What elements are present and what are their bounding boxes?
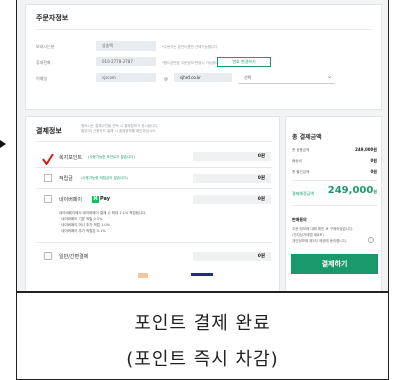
final-amount: 249,000원 [328,185,377,196]
agree-title: 판매동의 [292,217,307,222]
agree-line-2: 개인정보제 제3자 제공에 동의합니다. [292,239,347,243]
change-phone-button[interactable]: 번호 변경하기 [217,57,271,67]
welfare-checkbox[interactable] [42,150,54,166]
summary-row-value: 0원 [370,158,377,163]
samsung-logo-icon [191,273,213,276]
phone-label: 휴대전화 [36,60,51,65]
naverpay-note-1: · 네이버페이 기본 적립 0.1% [59,217,103,221]
email-domain-select[interactable]: 선택 ⌄ [238,73,335,84]
naverpay-amount-field[interactable]: 0원 [193,195,271,204]
info-circle-icon[interactable] [368,237,374,243]
email-select-label: 선택 [244,75,252,80]
naver-n-icon: N [92,195,99,203]
naverpay-label: 네이버페이 [59,197,83,203]
frame: 주문자정보 보내시는분 상송택 *주문자는 본인이름만 선택가능합니다. 휴대전… [0,0,401,380]
payment-title: 결제정보 [36,127,62,135]
simplepay-amount-field[interactable]: 0원 [193,252,271,261]
divider [36,29,372,30]
naverpay-checkbox[interactable] [44,195,52,203]
summary-panel: 총 결제금액 총 상품금액 249,000원 배송비 0원 총 할인금액 0원 … [285,116,382,291]
caption-line-1: 포인트 결제 완료 [134,313,271,334]
caption-line-2: (포인트 즉시 차감) [126,349,279,370]
card-logo-icon [138,273,148,278]
summary-row-label: 배송비 [292,159,302,163]
naverpay-note-2: · 네이버페이 머니 추가 적립 1.0% [59,223,110,227]
pay-button[interactable]: 결제하기 [291,254,378,274]
divider [36,188,272,189]
naverpay-note-0: 네이버페이에서 네이버페이 결제 시 최대 1.1% 적립됩니다. [59,211,147,215]
phone-input[interactable]: 010-2778-3787 [96,57,156,66]
email-at: @ [164,76,168,81]
name-label: 보내시는분 [36,44,55,49]
caption-box: 포인트 결제 완료 (포인트 즉시 차감) [16,291,389,380]
naverpay-logo: N Pay [92,195,110,203]
divider [36,141,272,142]
email-label: 이메일 [36,76,48,81]
payment-panel: 결제정보 원하시는 결제수단을 선택 시 결제정보가 표시됩니다. 할부/여 신… [25,116,280,291]
divider [292,205,377,206]
divider [36,242,272,243]
screenshot-area: 주문자정보 보내시는분 상송택 *주문자는 본인이름만 선택가능합니다. 휴대전… [16,0,389,291]
naver-pay-text: Pay [100,196,111,202]
simplepay-label: 일반/간편결제 [59,254,89,260]
summary-title: 총 결제금액 [292,134,322,141]
chevron-down-icon: ⌄ [326,73,332,80]
divider [292,180,377,181]
reserve-amount-field[interactable]: 0원 [193,174,271,183]
divider [36,167,272,168]
agree-line-0: 주문 정보에 대해 확인 후 구매하겠습니다. [292,227,354,231]
orderer-panel: 주문자정보 보내시는분 상송택 *주문자는 본인이름만 선택가능합니다. 휴대전… [25,4,382,110]
reserve-checkbox[interactable] [44,174,52,182]
final-amount-unit: 원 [373,189,377,194]
welfare-amount-field[interactable]: 0원 [193,152,271,161]
agree-line-1: (전자상거래법 제8조) [292,233,324,237]
phone-note: *핸드폰번호 주문정보 변경시 가능합니다. [162,61,223,65]
orderer-title: 주문자정보 [36,14,69,22]
name-input[interactable]: 상송택 [96,41,156,51]
pointer-arrow-icon [0,140,6,148]
checkmark-icon [42,153,54,166]
summary-row-value: 249,000원 [355,147,377,152]
summary-row-label: 총 할인금액 [292,170,310,174]
final-amount-value: 249,000 [327,185,374,196]
payment-note-2: 할부/여 신용카드 결제 시 결제정보를 확인하십시오. [81,129,157,133]
naverpay-note-3: · 네이버페이 추가 적립은 0.1% [59,229,106,233]
simplepay-checkbox[interactable] [44,252,52,260]
final-amount-label: 결제예정금액 [292,191,315,196]
email-id-input[interactable]: sjscom [96,73,156,82]
welfare-note: (사용가능한 포인트가 없습니다) [88,155,135,159]
summary-row-value: 0원 [370,169,377,174]
simplepay-logos [66,273,266,283]
name-note: *주문자는 본인이름만 선택가능합니다. [162,45,219,49]
welfare-label: 복지포인트 [59,155,83,161]
reserve-label: 적립금 [59,176,73,182]
email-domain-input[interactable]: sjhrd.co.kr [174,73,232,82]
reserve-note: (사용가능한 적립금이 없습니다) [81,176,128,180]
summary-row-label: 총 상품금액 [292,148,310,152]
